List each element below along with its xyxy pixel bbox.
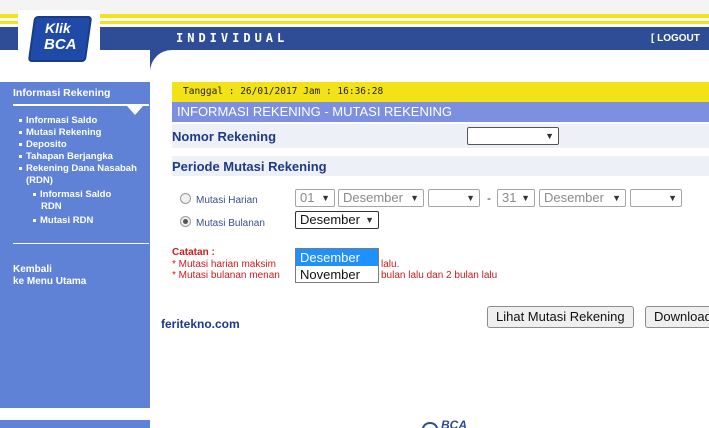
sidebar-divider — [13, 243, 149, 244]
page-title: INFORMASI REKENING - MUTASI REKENING — [177, 104, 452, 119]
sidebar-item-rdn[interactable]: (RDN) — [26, 175, 53, 187]
menu-pointer-icon — [127, 106, 143, 115]
footer-logo-text: BCA — [441, 420, 467, 428]
header-yellow-line — [0, 21, 709, 24]
note-line-1-start: * Mutasi harian maksim — [172, 259, 276, 270]
logout-link[interactable]: [ LOGOUT — [651, 33, 700, 44]
header-content-area — [180, 50, 709, 74]
chevron-down-icon: ▼ — [410, 193, 419, 203]
back-link-line: ke Menu Utama — [13, 276, 87, 287]
date-time: Tanggal : 26/01/2017 Jam : 16:36:28 — [183, 86, 384, 97]
note-line-2-start: * Mutasi bulanan menan — [172, 270, 280, 281]
chevron-down-icon: ▼ — [466, 193, 475, 203]
from-year-select[interactable]: ▼ — [428, 189, 480, 207]
from-month-select[interactable]: Desember ▼ — [338, 189, 424, 207]
to-day-value: 31 — [502, 190, 517, 205]
sidebar-subitem-rdn[interactable]: RDN — [41, 201, 62, 213]
to-month-value: Desember — [544, 190, 604, 205]
sidebar-subitem-informasi-saldo[interactable]: Informasi Saldo — [33, 189, 111, 201]
to-year-select[interactable]: ▼ — [630, 189, 682, 207]
mutasi-bulanan-radio[interactable] — [180, 216, 191, 227]
mutasi-harian-label: Mutasi Harian — [196, 195, 258, 206]
sidebar-item-tahapan-berjangka[interactable]: Tahapan Berjangka — [19, 151, 113, 163]
back-to-main-menu-link[interactable]: Kembali ke Menu Utama — [13, 264, 86, 288]
watermark-text: feritekno.com — [161, 317, 240, 331]
month-select[interactable]: Desember ▼ — [295, 211, 379, 229]
from-day-value: 01 — [300, 190, 315, 205]
from-month-value: Desember — [343, 190, 403, 205]
sidebar-item-mutasi-rekening[interactable]: Mutasi Rekening — [19, 127, 102, 139]
sidebar-item-informasi-saldo[interactable]: Informasi Saldo — [19, 115, 97, 127]
logo-text: BCA — [44, 36, 77, 53]
date-range-separator: - — [487, 191, 491, 205]
sidebar-item-rekening-dana-nasabah[interactable]: Rekening Dana Nasabah — [19, 163, 137, 175]
chevron-down-icon: ▼ — [521, 193, 530, 203]
mutasi-harian-radio[interactable] — [180, 193, 191, 204]
chevron-down-icon: ▼ — [321, 193, 330, 203]
logo-text: Klik — [45, 20, 71, 36]
view-mutation-button[interactable]: Lihat Mutasi Rekening — [487, 306, 634, 328]
sidebar-bottom — [0, 420, 150, 428]
note-line-2-end: bulan lalu dan 2 bulan lalu — [381, 270, 498, 281]
nomor-rekening-label: Nomor Rekening — [172, 129, 277, 144]
header-band — [0, 27, 709, 50]
month-option-november[interactable]: November — [296, 266, 378, 283]
chevron-down-icon: ▼ — [612, 193, 621, 203]
notes-title: Catatan : — [172, 247, 215, 258]
month-select-value: Desember — [300, 212, 360, 227]
from-day-select[interactable]: 01 ▼ — [295, 189, 335, 207]
footer-bca-logo: BCA — [421, 420, 481, 428]
download-button[interactable]: Download — [645, 306, 709, 328]
month-dropdown-list: Desember November — [295, 248, 379, 283]
header-title: INDIVIDUAL — [176, 31, 289, 45]
sidebar-subitem-mutasi-rdn[interactable]: Mutasi RDN — [33, 215, 93, 227]
note-line-1-end: lalu. — [381, 259, 400, 270]
periode-label: Periode Mutasi Rekening — [172, 159, 327, 174]
chevron-down-icon: ▼ — [365, 215, 374, 225]
chevron-down-icon: ▼ — [668, 193, 677, 203]
back-link-line: Kembali — [13, 264, 52, 275]
top-strip — [0, 0, 709, 14]
mutasi-bulanan-label: Mutasi Bulanan — [196, 218, 265, 229]
to-month-select[interactable]: Desember ▼ — [539, 189, 626, 207]
sidebar-item-deposito[interactable]: Deposito — [19, 139, 67, 151]
chevron-down-icon: ▼ — [545, 131, 554, 141]
month-option-desember[interactable]: Desember — [296, 249, 378, 266]
nomor-rekening-select[interactable]: ▼ — [467, 127, 559, 145]
to-day-select[interactable]: 31 ▼ — [497, 189, 535, 207]
header-yellow-line — [0, 14, 709, 18]
sidebar-heading: Informasi Rekening — [13, 87, 111, 99]
